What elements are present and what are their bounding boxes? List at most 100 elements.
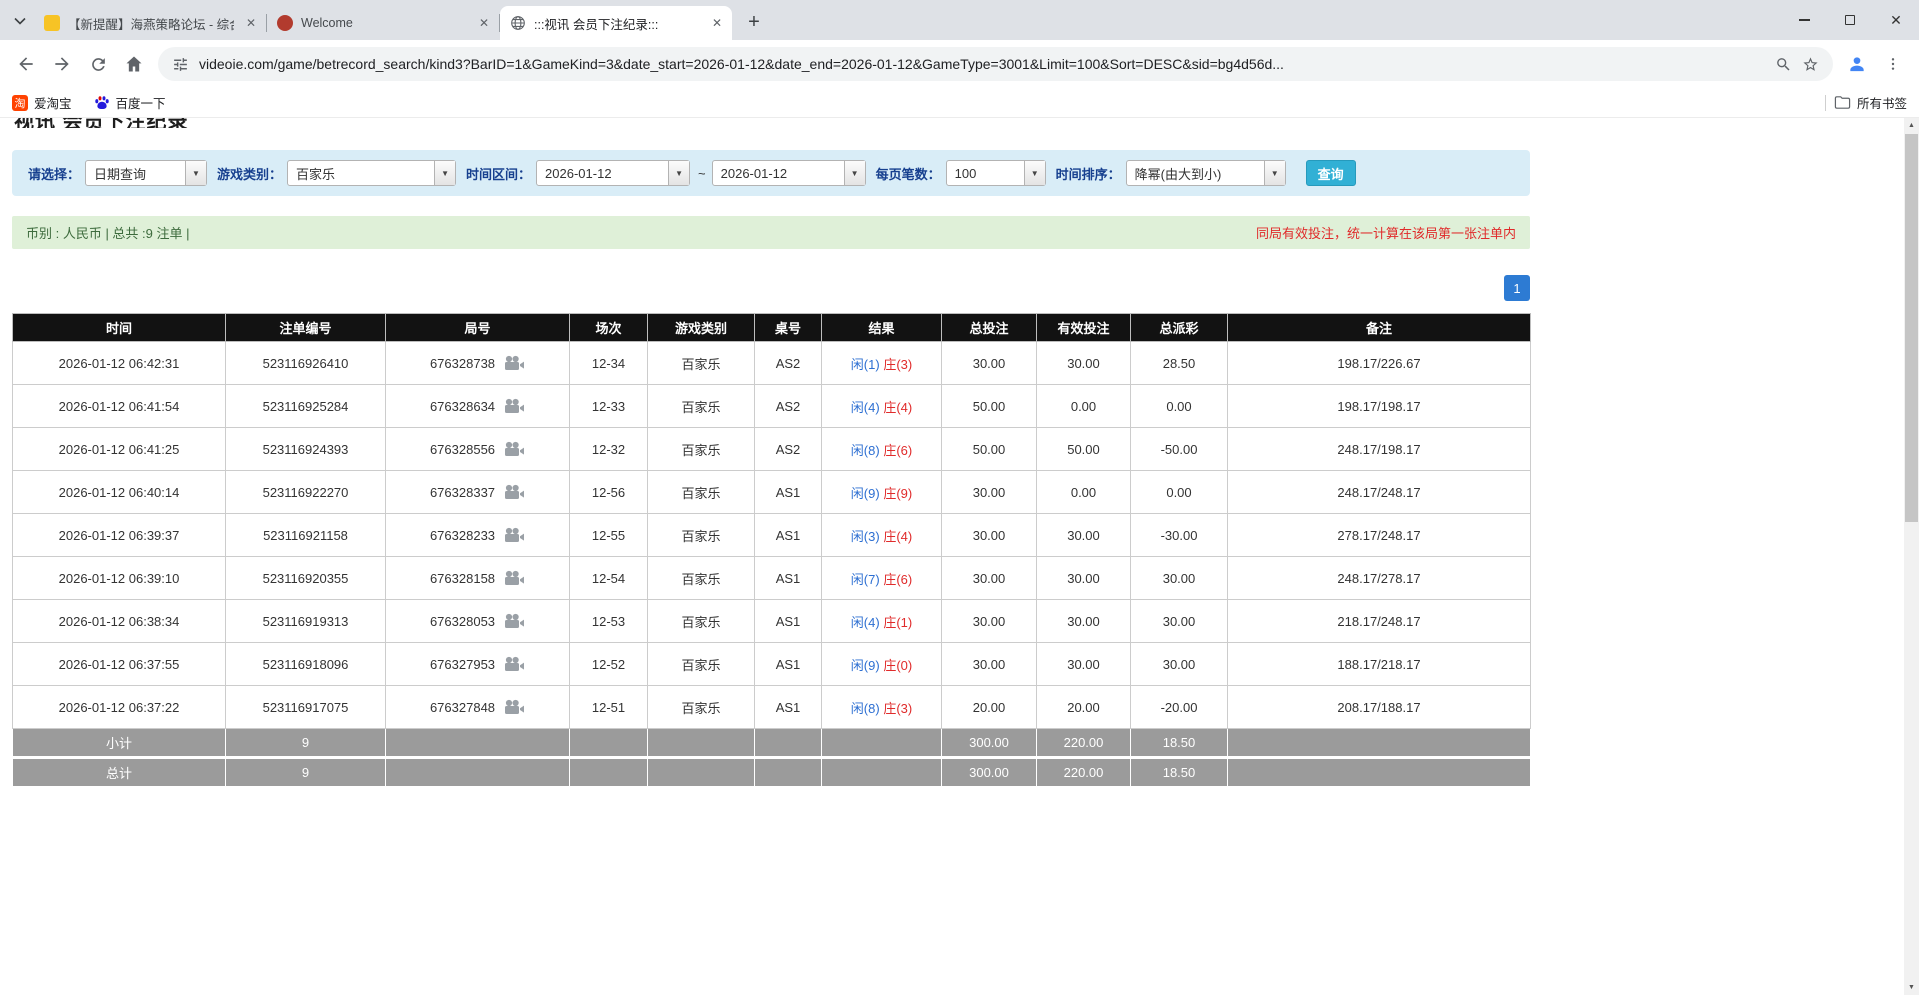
new-tab-button[interactable]: + <box>740 8 768 36</box>
cell-result: 闲(9) 庄(0) <box>822 643 942 686</box>
cell-total-bet[interactable]: 30.00 <box>942 600 1037 643</box>
tab-title: 【新提醒】海燕策略论坛 - 综合 <box>68 14 234 33</box>
bookmark-taobao[interactable]: 淘 爱淘宝 <box>12 93 72 112</box>
video-camera-icon[interactable] <box>503 398 525 414</box>
cell-total-bet[interactable]: 30.00 <box>942 643 1037 686</box>
close-icon[interactable]: ✕ <box>242 14 260 32</box>
result-player: 闲(7) <box>851 572 880 587</box>
scrollbar-thumb[interactable] <box>1905 134 1918 522</box>
bet-record-table: 时间注单编号局号场次游戏类别桌号结果总投注有效投注总派彩备注 2026-01-1… <box>12 313 1531 787</box>
result-player: 闲(9) <box>851 658 880 673</box>
url-text: videoie.com/game/betrecord_search/kind3?… <box>199 56 1765 72</box>
dropdown-value: 日期查询 <box>86 161 185 185</box>
home-button[interactable] <box>116 46 152 82</box>
search-button[interactable]: 查询 <box>1306 160 1356 186</box>
total-total-bet: 300.00 <box>942 758 1037 787</box>
cell-game-type: 百家乐 <box>648 643 755 686</box>
maximize-button[interactable] <box>1827 0 1873 40</box>
video-camera-icon[interactable] <box>503 441 525 457</box>
reload-button[interactable] <box>80 46 116 82</box>
table-row: 2026-01-12 06:38:34523116919313676328053… <box>13 600 1531 643</box>
chevron-down-icon[interactable]: ▼ <box>1024 161 1045 185</box>
result-player: 闲(1) <box>851 357 880 372</box>
cell-total-bet[interactable]: 30.00 <box>942 342 1037 385</box>
sort-label: 时间排序： <box>1056 164 1121 183</box>
cell-note: 248.17/278.17 <box>1228 557 1531 600</box>
cell-session: 12-33 <box>570 385 648 428</box>
cell-game-type: 百家乐 <box>648 686 755 729</box>
close-icon[interactable]: ✕ <box>708 14 726 32</box>
cell-note: 248.17/198.17 <box>1228 428 1531 471</box>
cell-time: 2026-01-12 06:37:55 <box>13 643 226 686</box>
chevron-down-icon[interactable]: ▼ <box>844 161 865 185</box>
video-camera-icon[interactable] <box>503 527 525 543</box>
url-bar[interactable]: videoie.com/game/betrecord_search/kind3?… <box>158 47 1833 81</box>
column-header: 结果 <box>822 314 942 342</box>
close-icon[interactable]: ✕ <box>475 14 493 32</box>
video-camera-icon[interactable] <box>503 484 525 500</box>
zoom-icon[interactable] <box>1775 56 1792 73</box>
game-type-dropdown[interactable]: 百家乐 ▼ <box>287 160 456 186</box>
cell-total-bet[interactable]: 30.00 <box>942 514 1037 557</box>
chevron-down-icon[interactable] <box>6 7 34 35</box>
tab-forum[interactable]: 【新提醒】海燕策略论坛 - 综合 ✕ <box>34 6 266 40</box>
cell-result: 闲(3) 庄(4) <box>822 514 942 557</box>
bookmark-baidu[interactable]: 百度一下 <box>94 93 166 112</box>
cell-total-bet[interactable]: 50.00 <box>942 385 1037 428</box>
date-start-dropdown[interactable]: 2026-01-12 ▼ <box>536 160 690 186</box>
menu-icon[interactable] <box>1875 46 1911 82</box>
tab-bet-record[interactable]: :::视讯 会员下注纪录::: ✕ <box>500 6 732 40</box>
cell-session: 12-52 <box>570 643 648 686</box>
chevron-down-icon[interactable]: ▼ <box>185 161 206 185</box>
cell-bet-id: 523116919313 <box>226 600 386 643</box>
pagination-page-1[interactable]: 1 <box>1504 275 1530 301</box>
column-header: 有效投注 <box>1037 314 1131 342</box>
close-window-button[interactable]: ✕ <box>1873 0 1919 40</box>
video-camera-icon[interactable] <box>503 613 525 629</box>
summary-notice-text: 同局有效投注，统一计算在该局第一张注单内 <box>1256 223 1516 242</box>
tab-welcome[interactable]: Welcome ✕ <box>267 6 499 40</box>
site-settings-icon[interactable] <box>172 56 189 73</box>
back-button[interactable] <box>8 46 44 82</box>
result-player: 闲(9) <box>851 486 880 501</box>
cell-round: 676328158 <box>386 557 570 600</box>
total-valid-bet: 220.00 <box>1037 758 1131 787</box>
table-row: 2026-01-12 06:37:55523116918096676327953… <box>13 643 1531 686</box>
scroll-down-icon[interactable]: ▼ <box>1904 980 1919 995</box>
sort-dropdown[interactable]: 降幂(由大到小) ▼ <box>1126 160 1286 186</box>
scroll-up-icon[interactable]: ▲ <box>1904 118 1919 133</box>
cell-total-bet[interactable]: 50.00 <box>942 428 1037 471</box>
chevron-down-icon[interactable]: ▼ <box>434 161 455 185</box>
video-camera-icon[interactable] <box>503 656 525 672</box>
cell-table-no: AS1 <box>755 686 822 729</box>
chevron-down-icon[interactable]: ▼ <box>1264 161 1285 185</box>
select-type-dropdown[interactable]: 日期查询 ▼ <box>85 160 207 186</box>
video-camera-icon[interactable] <box>503 570 525 586</box>
video-camera-icon[interactable] <box>503 699 525 715</box>
page-scrollbar[interactable]: ▲ ▼ <box>1904 118 1919 995</box>
cell-valid-bet: 30.00 <box>1037 342 1131 385</box>
date-end-dropdown[interactable]: 2026-01-12 ▼ <box>712 160 866 186</box>
cell-game-type: 百家乐 <box>648 514 755 557</box>
page-size-label: 每页笔数： <box>876 164 941 183</box>
video-camera-icon[interactable] <box>503 355 525 371</box>
bookmark-star-icon[interactable] <box>1802 56 1819 73</box>
cell-total-bet[interactable]: 30.00 <box>942 557 1037 600</box>
table-row: 2026-01-12 06:37:22523116917075676327848… <box>13 686 1531 729</box>
page-size-dropdown[interactable]: 100 ▼ <box>946 160 1046 186</box>
cell-total-bet[interactable]: 30.00 <box>942 471 1037 514</box>
profile-avatar[interactable] <box>1839 46 1875 82</box>
result-banker: 庄(0) <box>883 658 912 673</box>
forum-favicon-icon <box>44 15 60 31</box>
minimize-button[interactable] <box>1781 0 1827 40</box>
result-banker: 庄(6) <box>883 572 912 587</box>
cell-payout: 30.00 <box>1131 643 1228 686</box>
forward-button[interactable] <box>44 46 80 82</box>
cell-bet-id: 523116924393 <box>226 428 386 471</box>
browser-window: 【新提醒】海燕策略论坛 - 综合 ✕ Welcome ✕ :::视讯 会员下注纪… <box>0 0 1919 118</box>
cell-table-no: AS2 <box>755 428 822 471</box>
all-bookmarks-button[interactable]: 所有书签 <box>1834 93 1907 112</box>
cell-time: 2026-01-12 06:39:37 <box>13 514 226 557</box>
chevron-down-icon[interactable]: ▼ <box>668 161 689 185</box>
cell-total-bet[interactable]: 20.00 <box>942 686 1037 729</box>
